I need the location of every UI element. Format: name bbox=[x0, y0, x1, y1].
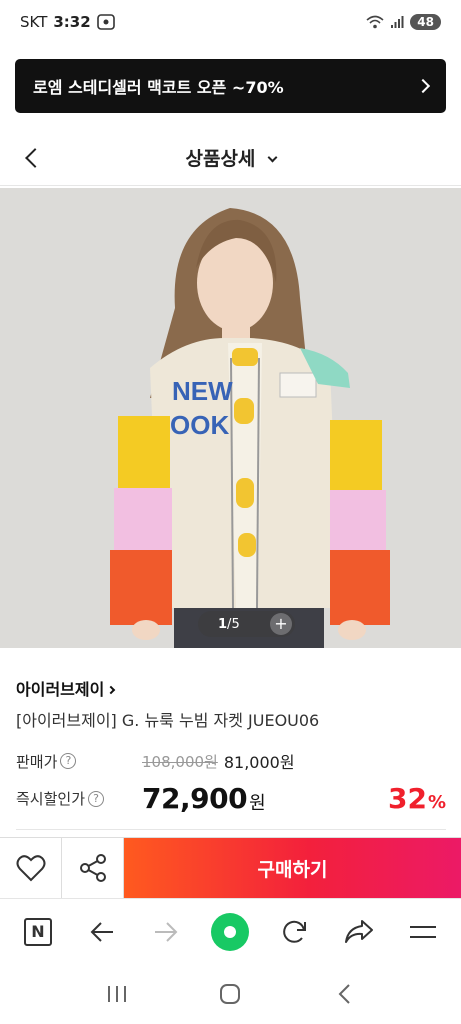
instant-price-label: 즉시할인가 bbox=[16, 790, 86, 808]
system-navigation bbox=[0, 964, 461, 1024]
buy-button[interactable]: 구매하기 bbox=[124, 838, 461, 898]
product-image[interactable]: NEW OOK bbox=[0, 188, 461, 648]
naver-icon: N bbox=[24, 917, 52, 946]
status-bar: SKT 3:32 48 bbox=[0, 0, 461, 44]
price-label: 판매가 bbox=[16, 752, 58, 771]
browser-share-button[interactable] bbox=[339, 912, 379, 952]
hamburger-icon bbox=[409, 925, 436, 938]
carrier-label: SKT bbox=[20, 13, 48, 31]
brand-link[interactable]: 아이러브제이 bbox=[16, 676, 116, 700]
brand-name: 아이러브제이 bbox=[16, 680, 105, 699]
original-price: 108,000원 bbox=[142, 752, 218, 771]
reload-icon bbox=[282, 920, 306, 943]
wifi-icon bbox=[366, 15, 384, 29]
product-photo: NEW OOK bbox=[0, 188, 461, 648]
heart-icon bbox=[16, 855, 45, 882]
page-title: 상품상세 bbox=[185, 148, 256, 170]
recent-apps-icon bbox=[107, 986, 126, 1002]
svg-text:OOK: OOK bbox=[170, 410, 229, 440]
chevron-right-icon bbox=[415, 78, 431, 94]
help-icon[interactable]: ? bbox=[88, 790, 105, 807]
browser-forward-button[interactable] bbox=[146, 912, 186, 952]
status-right: 48 bbox=[366, 14, 441, 30]
status-left: SKT 3:32 bbox=[20, 13, 115, 31]
arrow-right-icon bbox=[155, 921, 178, 942]
green-dot-button[interactable] bbox=[210, 912, 250, 952]
svg-text:NEW: NEW bbox=[172, 376, 233, 406]
browser-toolbar: N bbox=[0, 898, 461, 964]
help-icon[interactable]: ? bbox=[60, 753, 77, 769]
discount-unit: % bbox=[427, 792, 446, 813]
image-counter-text: 1/5 bbox=[218, 617, 240, 632]
recent-apps-button[interactable] bbox=[102, 979, 132, 1009]
arrow-left-icon bbox=[90, 921, 114, 942]
menu-button[interactable] bbox=[403, 912, 443, 952]
image-counter-total: 5 bbox=[231, 616, 240, 632]
chevron-down-icon bbox=[267, 152, 277, 163]
share-icon bbox=[79, 854, 106, 882]
currency-unit: 원 bbox=[249, 792, 266, 814]
green-dot-icon bbox=[211, 912, 250, 951]
back-chevron-icon bbox=[338, 984, 350, 1004]
signal-icon bbox=[391, 16, 404, 28]
purchase-action-bar: 구매하기 bbox=[0, 837, 461, 898]
promo-banner[interactable]: 로엠 스테디셀러 맥코트 오픈 ~70% bbox=[15, 59, 446, 113]
back-button[interactable] bbox=[22, 148, 42, 168]
share-arrow-icon bbox=[344, 919, 373, 943]
browser-back-button[interactable] bbox=[82, 912, 122, 952]
reload-button[interactable] bbox=[275, 912, 315, 952]
battery-level: 48 bbox=[417, 15, 434, 29]
home-button[interactable] bbox=[215, 979, 245, 1009]
image-counter-current: 1 bbox=[218, 616, 228, 632]
wishlist-button[interactable] bbox=[0, 838, 62, 898]
instant-label-wrap: 즉시할인가 ? bbox=[16, 788, 142, 809]
clock: 3:32 bbox=[53, 13, 91, 31]
battery-indicator: 48 bbox=[410, 14, 441, 30]
system-back-button[interactable] bbox=[329, 979, 359, 1009]
share-button[interactable] bbox=[62, 838, 124, 898]
naver-home-button[interactable]: N bbox=[18, 912, 58, 952]
plus-icon[interactable]: + bbox=[270, 613, 292, 635]
discount-rate: 32 % bbox=[388, 782, 446, 815]
price-label-wrap: 판매가 ? bbox=[16, 751, 142, 772]
screenshot-icon bbox=[96, 14, 115, 30]
price-row: 판매가 ? 108,000원 81,000원 bbox=[16, 749, 295, 773]
instant-price: 72,900 bbox=[142, 782, 248, 815]
product-title: [아이러브제이] G. 뉴룩 누빔 자켓 JUEOU06 bbox=[16, 711, 320, 730]
divider bbox=[16, 829, 446, 830]
chevron-right-icon bbox=[107, 685, 116, 695]
image-counter: 1/5 + bbox=[198, 611, 295, 637]
instant-price-row: 즉시할인가 ? 72,900 원 32 % bbox=[16, 782, 446, 815]
sale-price: 81,000원 bbox=[223, 753, 295, 772]
discount-number: 32 bbox=[387, 782, 427, 815]
promo-text: 로엠 스테디셀러 맥코트 오픈 ~70% bbox=[33, 78, 284, 97]
page-header: 상품상세 bbox=[0, 130, 461, 186]
page-title-dropdown[interactable]: 상품상세 bbox=[185, 144, 277, 171]
home-icon bbox=[220, 984, 241, 1004]
